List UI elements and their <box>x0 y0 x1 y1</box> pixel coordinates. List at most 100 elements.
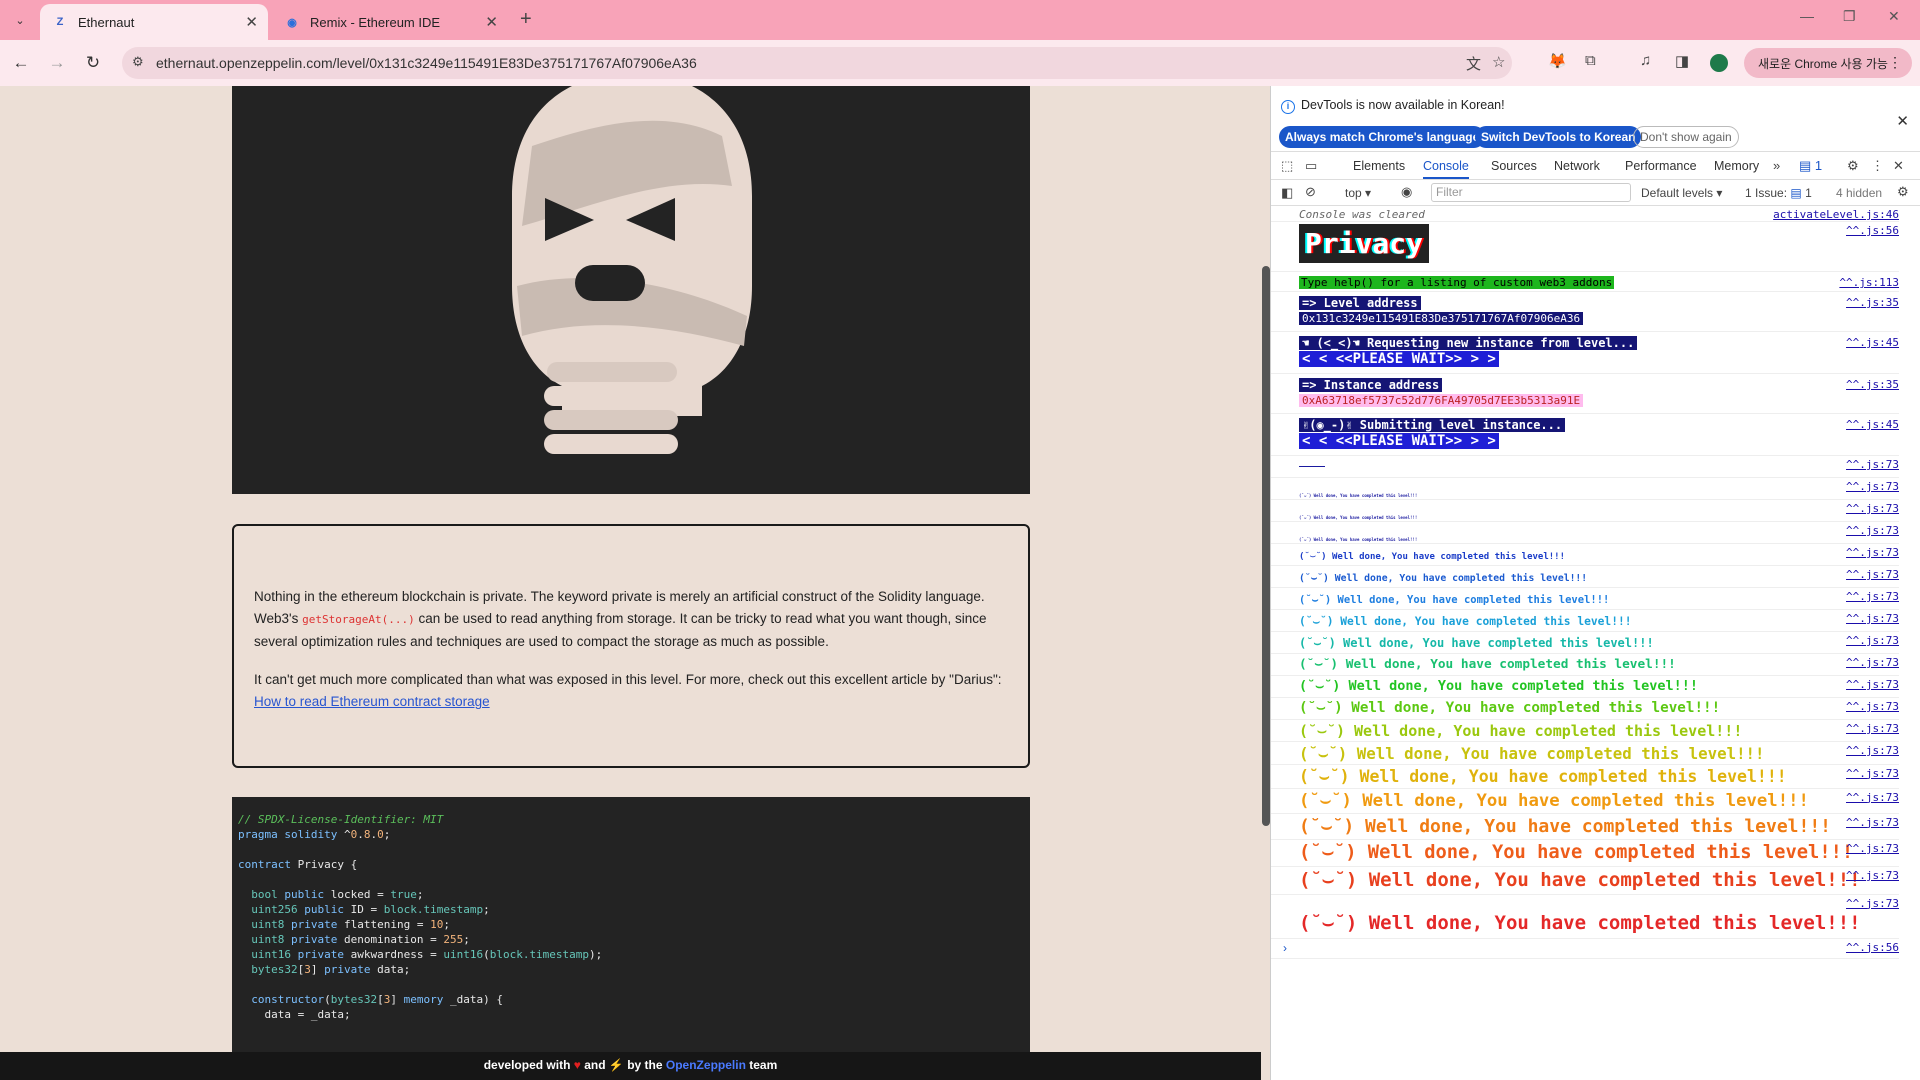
source-link[interactable]: ^^.js:73 <box>1846 480 1899 493</box>
source-link[interactable]: ^^.js:35 <box>1846 296 1899 309</box>
source-link[interactable]: ^^.js:73 <box>1846 722 1899 735</box>
source-link[interactable]: ^^.js:56 <box>1846 941 1899 954</box>
close-devtools-icon[interactable]: ✕ <box>1893 158 1904 174</box>
switch-korean-button[interactable]: Switch DevTools to Korean <box>1475 126 1642 148</box>
browser-toolbar: ← → ↻ ⚙ ethernaut.openzeppelin.com/level… <box>0 40 1920 86</box>
forward-icon[interactable]: → <box>44 50 70 76</box>
window-close-icon[interactable]: ✕ <box>1888 8 1900 25</box>
tab-remix[interactable]: ◉ Remix - Ethereum IDE ✕ <box>272 4 508 40</box>
new-tab-icon[interactable]: + <box>520 8 532 31</box>
source-link[interactable]: ^^.js:73 <box>1846 634 1899 647</box>
source-link[interactable]: ^^.js:73 <box>1846 590 1899 603</box>
source-link[interactable]: ^^.js:73 <box>1846 546 1899 559</box>
source-link[interactable]: ^^.js:73 <box>1846 897 1899 910</box>
source-link[interactable]: ^^.js:73 <box>1846 678 1899 691</box>
issues-badge[interactable]: ▤ 1 <box>1799 158 1822 174</box>
restore-icon[interactable]: ❐ <box>1843 8 1856 25</box>
source-link[interactable]: ^^.js:73 <box>1846 842 1899 855</box>
back-icon[interactable]: ← <box>8 50 34 76</box>
openzeppelin-link[interactable]: OpenZeppelin <box>666 1058 746 1072</box>
source-link[interactable]: ^^.js:113 <box>1839 276 1899 289</box>
site-info-icon[interactable]: ⚙ <box>132 54 144 70</box>
contract-source-code: // SPDX-License-Identifier: MIT pragma so… <box>232 797 1030 1080</box>
banner-message: i DevTools is now available in Korean! <box>1281 98 1505 114</box>
avatar[interactable] <box>1710 54 1728 72</box>
sidebar-icon[interactable]: ◧ <box>1281 185 1293 201</box>
source-link[interactable]: ^^.js:45 <box>1846 336 1899 349</box>
bookmark-star-icon[interactable]: ☆ <box>1492 53 1505 71</box>
levels-label: Default levels <box>1641 186 1714 200</box>
dont-show-button[interactable]: Don't show again <box>1633 126 1739 148</box>
tab-performance[interactable]: Performance <box>1625 159 1697 173</box>
menu-icon[interactable]: ⋮ <box>1871 158 1884 174</box>
menu-icon[interactable]: ⋮ <box>1888 54 1902 71</box>
console-row: => Level address 0x131c3249e115491E83De3… <box>1271 292 1899 332</box>
source-link[interactable]: ^^.js:73 <box>1846 744 1899 757</box>
issues-counter[interactable]: 1 Issue: ▤ 1 <box>1745 186 1812 200</box>
device-toolbar-icon[interactable]: ▭ <box>1305 158 1317 174</box>
tab-console[interactable]: Console <box>1423 159 1469 179</box>
info-paragraph-1: Nothing in the ethereum blockchain is pr… <box>254 586 1008 653</box>
source-link[interactable]: activateLevel.js:46 <box>1773 208 1899 221</box>
more-tabs-icon[interactable]: » <box>1773 158 1780 173</box>
source-link[interactable]: ^^.js:73 <box>1846 700 1899 713</box>
source-link[interactable]: ^^.js:73 <box>1846 612 1899 625</box>
close-icon[interactable]: ✕ <box>1896 112 1909 130</box>
filter-input[interactable]: Filter <box>1431 183 1631 202</box>
page-scrollbar[interactable] <box>1262 266 1270 826</box>
well-done-message: (˘⌣˘) Well done, You have completed this… <box>1299 700 1721 716</box>
issues-label: 1 Issue: <box>1745 186 1788 200</box>
hidden-count: 4 hidden <box>1836 186 1883 200</box>
address-bar[interactable]: ⚙ ethernaut.openzeppelin.com/level/0x131… <box>122 47 1512 79</box>
clear-console-icon[interactable]: ⊘ <box>1305 184 1316 200</box>
source-link[interactable]: ^^.js:45 <box>1846 418 1899 431</box>
inline-code: getStorageAt(...) <box>302 613 415 626</box>
reload-icon[interactable]: ↻ <box>80 50 106 76</box>
info-paragraph-2: It can't get much more complicated than … <box>254 669 1008 713</box>
url-text[interactable]: ethernaut.openzeppelin.com/level/0x131c3… <box>156 55 697 71</box>
source-link[interactable]: ^^.js:35 <box>1846 378 1899 391</box>
source-link[interactable]: ^^.js:73 <box>1846 458 1899 471</box>
source-link[interactable]: ^^.js:73 <box>1846 869 1899 882</box>
source-link[interactable]: ^^.js:73 <box>1846 524 1899 537</box>
source-link[interactable]: ^^.js:73 <box>1846 502 1899 515</box>
tab-sources[interactable]: Sources <box>1491 159 1537 173</box>
metamask-icon[interactable]: 🦊 <box>1548 52 1567 70</box>
context-select[interactable]: top ▾ <box>1345 186 1371 200</box>
level-image <box>232 86 1030 494</box>
tab-network[interactable]: Network <box>1554 159 1600 173</box>
eye-icon[interactable]: ◉ <box>1401 184 1412 200</box>
source-link[interactable]: ^^.js:73 <box>1846 791 1899 804</box>
match-language-button[interactable]: Always match Chrome's language <box>1279 126 1486 148</box>
extensions-icon[interactable]: ⧉ <box>1585 52 1596 69</box>
chrome-update-pill[interactable]: 새로운 Chrome 사용 가능 ⋮ <box>1744 48 1912 78</box>
tab-ethernaut[interactable]: Z Ethernaut ✕ <box>40 4 268 40</box>
levels-dropdown[interactable]: Default levels ▾ <box>1641 186 1722 200</box>
translate-icon[interactable]: 文 <box>1466 53 1481 74</box>
tab-memory[interactable]: Memory <box>1714 159 1759 173</box>
settings-icon[interactable]: ⚙ <box>1847 158 1859 174</box>
source-link[interactable]: ^^.js:73 <box>1846 568 1899 581</box>
console-settings-icon[interactable]: ⚙ <box>1897 184 1909 200</box>
console-prompt-icon[interactable]: › <box>1283 941 1287 955</box>
well-done-message: (˘⌣˘) Well done, You have completed this… <box>1299 657 1676 673</box>
tab-search-button[interactable]: ⌄ <box>8 8 32 32</box>
minimize-icon[interactable]: — <box>1800 8 1814 24</box>
well-done-message: (˘⌣˘) Well done, You have completed this… <box>1299 594 1610 607</box>
source-link[interactable]: ^^.js:73 <box>1846 656 1899 669</box>
article-link[interactable]: How to read Ethereum contract storage <box>254 694 490 709</box>
source-link[interactable]: ^^.js:73 <box>1846 767 1899 780</box>
side-panel-icon[interactable]: ◨ <box>1675 52 1689 70</box>
media-icon[interactable]: ♫ <box>1640 52 1651 69</box>
source-link[interactable]: ^^.js:56 <box>1846 224 1899 237</box>
tab-elements[interactable]: Elements <box>1353 159 1405 173</box>
inspect-icon[interactable]: ⬚ <box>1281 158 1293 174</box>
close-icon[interactable]: ✕ <box>245 13 258 31</box>
well-done-message: (˘⌣˘) Well done, You have completed this… <box>1299 744 1765 763</box>
source-link[interactable]: ^^.js:73 <box>1846 816 1899 829</box>
issues-icon: ▤ <box>1790 186 1802 200</box>
close-icon[interactable]: ✕ <box>485 13 498 31</box>
browser-chrome: ⌄ Z Ethernaut ✕ ◉ Remix - Ethereum IDE ✕… <box>0 0 1920 86</box>
